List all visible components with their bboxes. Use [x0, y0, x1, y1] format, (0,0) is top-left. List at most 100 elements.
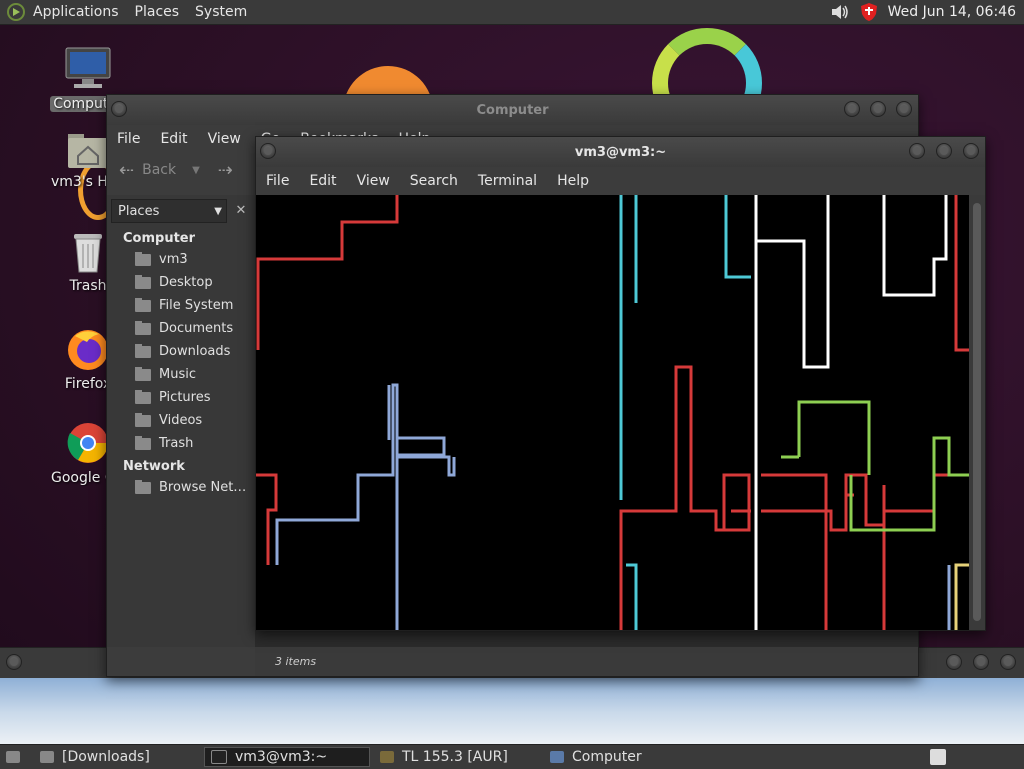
close-button[interactable] — [896, 101, 912, 117]
pipe-segment — [275, 383, 399, 630]
pipe-segment — [619, 365, 751, 630]
pipe-segment — [761, 473, 969, 532]
terminal-window[interactable]: vm3@vm3:~ File Edit View Search Terminal… — [255, 136, 986, 631]
terminal-titlebar[interactable]: vm3@vm3:~ — [256, 137, 985, 167]
sidebar-item[interactable]: vm3 — [107, 248, 255, 271]
sidebar-item[interactable]: Downloads — [107, 340, 255, 363]
pipe-segment — [731, 473, 828, 630]
window-menu-button[interactable] — [6, 654, 22, 670]
folder-icon — [135, 479, 151, 494]
task-terminal[interactable]: vm3@vm3:~ — [204, 747, 370, 767]
places-menu[interactable]: Places — [127, 4, 188, 20]
pipe-segment — [387, 385, 456, 477]
menu-view[interactable]: View — [347, 173, 400, 189]
window-menu-button[interactable] — [260, 143, 276, 159]
close-button[interactable] — [1000, 654, 1016, 670]
menu-edit[interactable]: Edit — [150, 131, 197, 147]
sidebar-item[interactable]: Videos — [107, 409, 255, 432]
sidebar-item[interactable]: Pictures — [107, 386, 255, 409]
bottom-taskbar: [Downloads] vm3@vm3:~ TL 155.3 [AUR] Com… — [0, 744, 1024, 769]
terminal-icon — [211, 750, 227, 764]
desktop-icon-label: Trash — [69, 278, 107, 294]
pipe-segment — [619, 195, 638, 500]
applications-menu[interactable]: Applications — [25, 4, 127, 20]
scrollbar-thumb[interactable] — [973, 203, 981, 621]
pipe-segment — [954, 563, 969, 630]
sidebar-item[interactable]: Trash — [107, 432, 255, 455]
back-arrow-icon[interactable]: ⇠ — [119, 160, 134, 181]
package-icon — [380, 751, 394, 763]
terminal-output[interactable] — [256, 195, 969, 630]
task-package[interactable]: TL 155.3 [AUR] — [374, 747, 540, 767]
minimize-button[interactable] — [909, 143, 925, 159]
menu-terminal[interactable]: Terminal — [468, 173, 547, 189]
pipe-segment — [724, 195, 751, 279]
terminal-scrollbar[interactable] — [969, 195, 985, 630]
clock[interactable]: Wed Jun 14, 06:46 — [888, 4, 1016, 20]
workspace-switcher[interactable] — [924, 747, 964, 767]
window-menu-button[interactable] — [111, 101, 127, 117]
menu-file[interactable]: File — [256, 173, 299, 189]
sidebar-item-label: Downloads — [159, 344, 231, 359]
pipe-segment — [626, 563, 638, 630]
pipe-segment — [781, 400, 871, 475]
menu-edit[interactable]: Edit — [299, 173, 346, 189]
home-folder-icon — [68, 134, 108, 168]
forward-arrow-icon[interactable]: ⇢ — [218, 160, 233, 181]
maximize-button[interactable] — [870, 101, 886, 117]
sidebar-item[interactable]: Desktop — [107, 271, 255, 294]
task-label: vm3@vm3:~ — [235, 749, 328, 765]
chevron-down-icon: ▼ — [214, 205, 222, 217]
sidebar-section-header: Computer — [123, 231, 196, 246]
sidebar-item-label: Browse Net… — [159, 480, 247, 495]
task-label: [Downloads] — [62, 749, 150, 765]
places-dropdown[interactable]: Places ▼ — [111, 199, 227, 223]
folder-icon — [135, 297, 151, 312]
mate-logo-icon[interactable] — [7, 3, 25, 21]
workspace-icon — [930, 749, 946, 765]
pipe-segment — [882, 195, 948, 297]
sidebar-item[interactable]: File System — [107, 294, 255, 317]
places-sidebar: Places ▼ ✕ Computer vm3 Desktop File System… — [107, 195, 255, 647]
close-icon[interactable]: ✕ — [231, 201, 251, 221]
sidebar-item[interactable]: Browse Net… — [107, 476, 255, 499]
sidebar-item-label: Music — [159, 367, 196, 382]
minimize-button[interactable] — [844, 101, 860, 117]
status-text: 3 items — [275, 655, 317, 668]
show-desktop-button[interactable] — [0, 747, 34, 767]
computer-icon — [550, 751, 564, 763]
sidebar-item-label: Pictures — [159, 390, 211, 405]
sidebar-section-header: Network — [123, 459, 185, 474]
sidebar-item[interactable]: Music — [107, 363, 255, 386]
folder-icon — [135, 435, 151, 450]
places-dropdown-label: Places — [118, 203, 160, 219]
maximize-button[interactable] — [973, 654, 989, 670]
back-button[interactable]: Back — [142, 162, 176, 178]
sidebar-item-label: File System — [159, 298, 234, 313]
desktop-icon — [6, 751, 20, 763]
task-computer[interactable]: Computer — [544, 747, 710, 767]
system-menu[interactable]: System — [187, 4, 255, 20]
back-dropdown-icon[interactable]: ▼ — [192, 165, 200, 176]
statusbar: 3 items — [255, 647, 918, 676]
close-button[interactable] — [963, 143, 979, 159]
pipe-segment — [256, 473, 278, 565]
maximize-button[interactable] — [936, 143, 952, 159]
folder-icon — [135, 412, 151, 427]
caja-titlebar[interactable]: Computer — [107, 95, 918, 125]
sidebar-item-label: Videos — [159, 413, 203, 428]
window-title: Computer — [476, 102, 549, 118]
update-shield-icon[interactable] — [860, 2, 878, 22]
menu-search[interactable]: Search — [400, 173, 468, 189]
sidebar-item[interactable]: Documents — [107, 317, 255, 340]
pipe-segment — [756, 195, 830, 369]
volume-icon[interactable] — [830, 2, 850, 22]
menu-help[interactable]: Help — [547, 173, 599, 189]
folder-icon — [135, 366, 151, 381]
minimize-button[interactable] — [946, 654, 962, 670]
menu-view[interactable]: View — [198, 131, 251, 147]
task-downloads[interactable]: [Downloads] — [34, 747, 200, 767]
folder-icon — [135, 320, 151, 335]
pipe-segment — [256, 195, 399, 350]
menu-file[interactable]: File — [107, 131, 150, 147]
